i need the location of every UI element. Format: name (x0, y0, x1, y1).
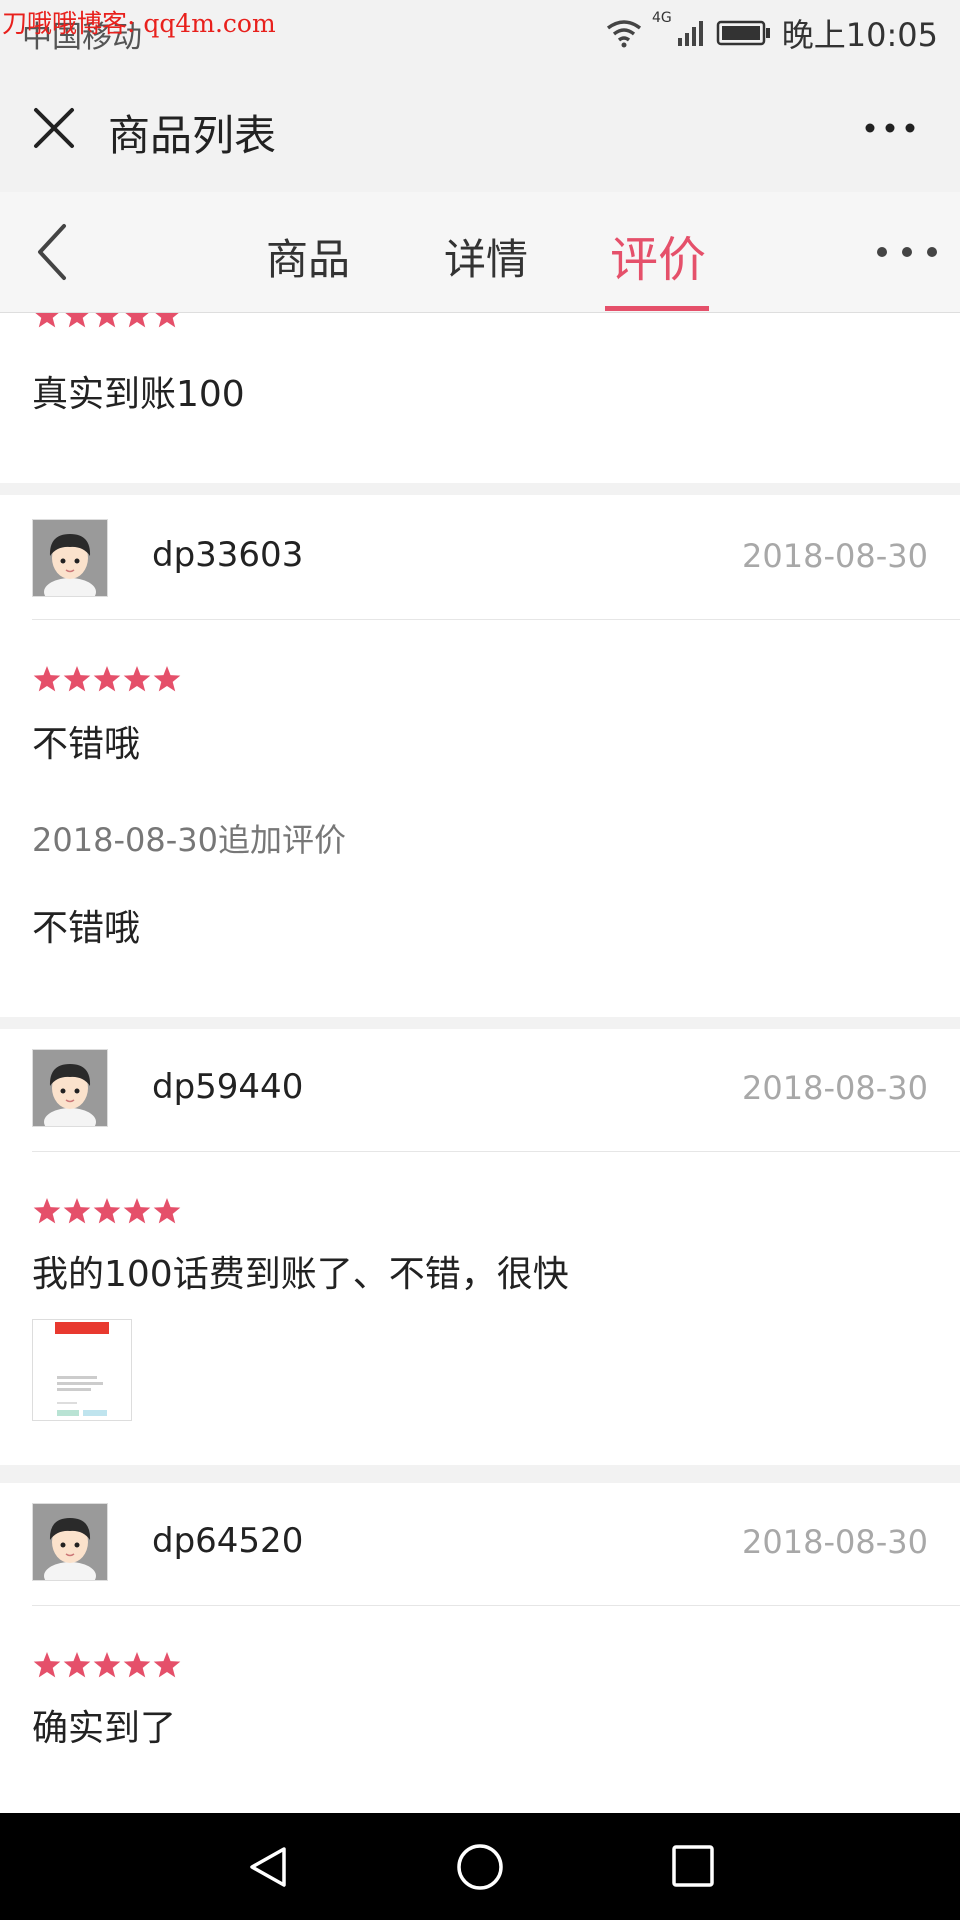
star-icon (153, 1652, 181, 1678)
status-icons: 4G 晚上10:05 (606, 10, 938, 56)
star-icon (123, 666, 151, 692)
star-icon (93, 1652, 121, 1678)
star-icon (63, 666, 91, 692)
append-review-label: 2018-08-30追加评价 (32, 821, 346, 859)
review-username: dp59440 (152, 1067, 304, 1107)
card-divider (32, 1605, 960, 1606)
avatar (32, 1049, 108, 1127)
close-icon[interactable] (30, 104, 78, 152)
star-icon (35, 313, 59, 328)
append-review-comment: 不错哦 (32, 908, 141, 949)
card-divider (32, 619, 960, 620)
recent-square-icon[interactable] (670, 1843, 716, 1889)
wifi-icon (606, 20, 642, 48)
review-comment: 真实到账100 (32, 374, 245, 415)
star-icon (155, 313, 179, 328)
star-icon (33, 1198, 61, 1224)
battery-icon (716, 20, 770, 46)
review-date: 2018-08-30 (742, 537, 928, 575)
review-card: dp33603 2018-08-30 不错哦 2018-08-30追加评价 不错… (0, 495, 960, 1017)
avatar-boy-icon (33, 1050, 107, 1126)
title-bar: 商品列表 (0, 64, 960, 193)
star-icon (95, 313, 119, 328)
avatar (32, 1503, 108, 1581)
status-bar: 中国移动 刀哦哦博客: qq4m.com 4G 晚上10:05 (0, 0, 960, 64)
review-comment: 我的100话费到账了、不错，很快 (32, 1254, 569, 1295)
review-card: 真实到账100 (0, 313, 960, 483)
star-icon (93, 1198, 121, 1224)
avatar-boy-icon (33, 1504, 107, 1580)
network-type: 4G (652, 10, 672, 26)
system-nav-bar (0, 1813, 960, 1920)
active-tab-indicator (605, 306, 709, 311)
review-image-thumbnail[interactable] (32, 1319, 132, 1421)
review-list[interactable]: 真实到账100 dp33603 2018-08-30 不错哦 2018-08-3… (0, 313, 960, 1813)
watermark: 刀哦哦博客: qq4m.com (2, 9, 276, 38)
page-title: 商品列表 (108, 111, 277, 160)
rating-stars (33, 1198, 181, 1224)
star-icon (125, 313, 149, 328)
avatar-boy-icon (33, 520, 107, 596)
review-date: 2018-08-30 (742, 1069, 928, 1107)
star-icon (123, 1652, 151, 1678)
back-triangle-icon[interactable] (244, 1843, 292, 1891)
rating-stars (33, 1652, 181, 1678)
avatar (32, 519, 108, 597)
tab-bar: 商品 详情 评价 (0, 192, 960, 313)
more-icon[interactable] (864, 104, 916, 152)
rating-stars (33, 666, 181, 692)
star-icon (93, 666, 121, 692)
screenshot-thumbnail-icon (33, 1320, 131, 1420)
tab-goods[interactable]: 商品 (266, 226, 350, 287)
star-icon (63, 1652, 91, 1678)
home-circle-icon[interactable] (454, 1841, 506, 1893)
tab-more-icon[interactable] (874, 228, 940, 276)
back-chevron-icon[interactable] (30, 220, 78, 284)
review-comment: 不错哦 (32, 724, 141, 765)
star-icon (33, 1652, 61, 1678)
review-comment: 确实到了 (32, 1708, 177, 1749)
review-card: dp64520 2018-08-30 确实到了 (0, 1483, 960, 1813)
review-username: dp64520 (152, 1521, 304, 1561)
card-divider (32, 1151, 960, 1152)
star-icon (123, 1198, 151, 1224)
review-date: 2018-08-30 (742, 1523, 928, 1561)
clock: 晚上10:05 (781, 16, 938, 54)
review-username: dp33603 (152, 535, 304, 575)
review-card: dp59440 2018-08-30 我的100话费到账了、不错，很快 (0, 1029, 960, 1465)
tab-detail[interactable]: 详情 (444, 226, 528, 287)
rating-stars (35, 313, 179, 328)
star-icon (33, 666, 61, 692)
star-icon (65, 313, 89, 328)
star-icon (153, 1198, 181, 1224)
star-icon (63, 1198, 91, 1224)
signal-icon (677, 21, 703, 46)
star-icon (153, 666, 181, 692)
tab-review[interactable]: 评价 (610, 220, 706, 290)
